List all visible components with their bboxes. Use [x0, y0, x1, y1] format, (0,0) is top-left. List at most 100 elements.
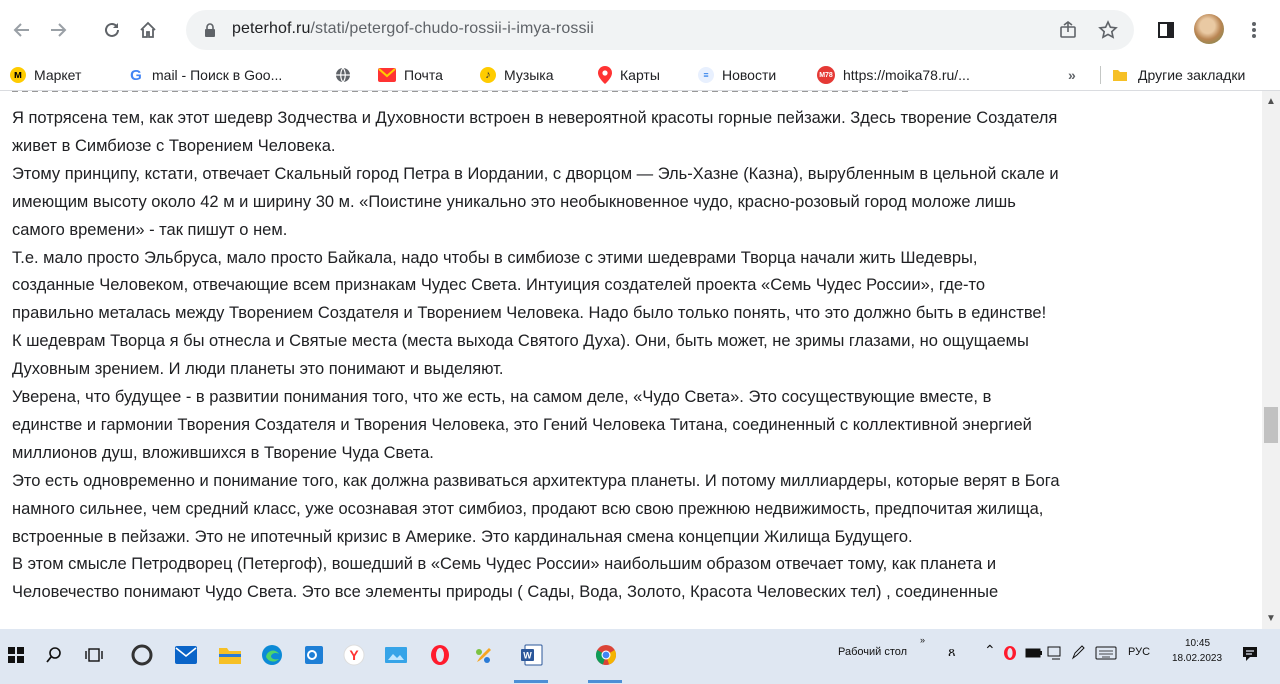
- scroll-down-icon[interactable]: ▼: [1262, 610, 1280, 627]
- keyboard-icon[interactable]: [1094, 643, 1118, 663]
- start-button[interactable]: [2, 641, 30, 669]
- bookmark-mail[interactable]: Почта: [378, 64, 443, 86]
- taskbar-app-word[interactable]: W: [518, 641, 546, 669]
- url-domain: peterhof.ru: [232, 20, 311, 37]
- article-content: Я потрясена тем, как этот шедевр Зодчест…: [0, 91, 1262, 629]
- input-language[interactable]: РУС: [1128, 646, 1150, 658]
- bookmark-globe[interactable]: [335, 64, 351, 86]
- bookmark-label: Почта: [404, 67, 443, 83]
- bookmarks-more-button[interactable]: »: [1068, 64, 1076, 86]
- tray-opera-icon[interactable]: [1000, 643, 1020, 663]
- scroll-thumb[interactable]: [1264, 407, 1278, 443]
- notification-icon: [1243, 647, 1257, 661]
- pen-icon-svg: [1071, 645, 1085, 660]
- photos-icon: [385, 647, 407, 663]
- svg-text:W: W: [523, 651, 532, 661]
- menu-button[interactable]: [1236, 12, 1272, 48]
- network-icon[interactable]: [1046, 643, 1066, 663]
- opera-icon: [1004, 646, 1016, 660]
- article-line: Духовным зрением. И люди планеты это пон…: [12, 360, 504, 379]
- article-line: самого времени» - так пишут о нем.: [12, 220, 288, 239]
- clock-date[interactable]: 18.02.2023: [1172, 653, 1222, 664]
- taskbar-app-explorer[interactable]: [216, 641, 244, 669]
- bookmark-news[interactable]: ≡ Новости: [698, 64, 776, 86]
- forward-button[interactable]: [40, 12, 76, 48]
- taskbar-app-circle[interactable]: [128, 641, 156, 669]
- taskbar-app-outlook[interactable]: [300, 641, 328, 669]
- address-bar[interactable]: peterhof.ru/stati/petergof-chudo-rossii-…: [186, 10, 1134, 50]
- notifications-button[interactable]: [1238, 642, 1262, 666]
- globe-icon: [336, 67, 350, 83]
- edge-icon: [262, 645, 282, 665]
- bookmark-market[interactable]: м Маркет: [10, 64, 81, 86]
- desktop-toolbar-label[interactable]: Рабочий стол: [838, 646, 907, 658]
- taskbar-app-photos[interactable]: [382, 641, 410, 669]
- taskbar-app-edge[interactable]: [258, 641, 286, 669]
- more-vert-icon: [1252, 22, 1256, 38]
- scroll-up-icon[interactable]: ▲: [1262, 93, 1280, 110]
- bookmark-other-folder[interactable]: Другие закладки: [1112, 64, 1245, 86]
- article-line: Это есть одновременно и понимание того, …: [12, 471, 1060, 490]
- article-line: встроенные в пейзажи. Это не ипотечный к…: [12, 527, 913, 546]
- taskbar-app-opera[interactable]: [426, 641, 454, 669]
- task-view-button[interactable]: [80, 641, 108, 669]
- bookmark-music[interactable]: ♪ Музыка: [480, 64, 554, 86]
- bookmark-label: Новости: [722, 67, 777, 83]
- bookmark-star-button[interactable]: [1096, 18, 1120, 42]
- reload-icon: [105, 22, 119, 37]
- music-icon: ♪: [480, 67, 496, 83]
- article-line: К шедеврам Творца я бы отнесла и Святые …: [12, 332, 1029, 351]
- article-line: Уверена, что будущее - в развитии понима…: [12, 388, 992, 406]
- article-line: Человечество понимают Чудо Света. Это вс…: [12, 583, 999, 602]
- market-icon: м: [10, 67, 26, 83]
- bookmark-label: Другие закладки: [1138, 67, 1246, 83]
- battery-icon-svg: [1025, 648, 1042, 658]
- search-button[interactable]: [40, 641, 68, 669]
- article-line: имеющим высоту около 42 м и ширину 30 м.…: [12, 192, 1016, 211]
- profile-avatar[interactable]: [1194, 14, 1224, 44]
- bookmark-label: Карты: [620, 67, 660, 83]
- home-button[interactable]: [130, 12, 166, 48]
- taskbar-app-chrome[interactable]: [592, 641, 620, 669]
- share-button[interactable]: [1056, 18, 1080, 42]
- vertical-scrollbar[interactable]: ▲ ▼: [1262, 91, 1280, 629]
- taskbar-app-mail[interactable]: [172, 641, 200, 669]
- home-icon: [140, 21, 156, 38]
- bookmark-label: mail - Поиск в Goo...: [152, 67, 283, 83]
- url-text: peterhof.ru/stati/petergof-chudo-rossii-…: [232, 20, 594, 38]
- back-button[interactable]: [4, 12, 40, 48]
- word-icon: W: [521, 644, 543, 666]
- browser-toolbar: peterhof.ru/stati/petergof-chudo-rossii-…: [0, 0, 1280, 60]
- bookmarks-divider: [1100, 66, 1101, 84]
- side-panel-button[interactable]: [1148, 12, 1184, 48]
- battery-icon[interactable]: [1024, 643, 1044, 663]
- arrow-right-icon: [51, 23, 67, 37]
- m78-icon: M78: [817, 66, 835, 84]
- article-line: правильно металась между Творением Созда…: [12, 304, 1047, 323]
- folder-icon: [219, 648, 241, 664]
- clock-time[interactable]: 10:45: [1185, 638, 1210, 649]
- article-line: Этому принципу, кстати, отвечает Скальны…: [12, 164, 1059, 183]
- google-icon: G: [130, 66, 142, 84]
- reload-button[interactable]: [94, 12, 130, 48]
- chrome-active-indicator: [588, 680, 622, 683]
- article-line: Т.е. мало просто Эльбруса, мало просто Б…: [12, 248, 978, 267]
- article-line: намного сильнее, чем средний класс, уже …: [12, 499, 1044, 518]
- bookmarks-bar: м Маркет G mail - Поиск в Goo... Почта ♪…: [0, 60, 1280, 91]
- clipped-text-line: [12, 91, 912, 95]
- share-icon: [1060, 21, 1076, 38]
- chevron-up-icon[interactable]: ⌃: [984, 642, 996, 659]
- bookmark-moika78[interactable]: M78 https://moika78.ru/...: [817, 64, 970, 86]
- arrow-left-icon: [13, 23, 29, 37]
- outlook-icon: [305, 646, 323, 664]
- people-icon[interactable]: ጸ: [948, 644, 956, 660]
- bookmark-maps[interactable]: Карты: [598, 64, 660, 86]
- article-line: миллионов душ, вложившихся в Творение Чу…: [12, 443, 434, 462]
- url-path: /stati/petergof-chudo-rossii-i-imya-ross…: [310, 20, 594, 37]
- taskbar-app-paint[interactable]: [470, 641, 498, 669]
- pen-icon[interactable]: [1068, 643, 1088, 663]
- taskbar-app-yandex[interactable]: Y: [340, 641, 368, 669]
- keyboard-icon-svg: [1095, 646, 1117, 660]
- desktop-toolbar-chevron[interactable]: »: [920, 635, 925, 645]
- bookmark-google-mail[interactable]: G mail - Поиск в Goo...: [128, 64, 282, 86]
